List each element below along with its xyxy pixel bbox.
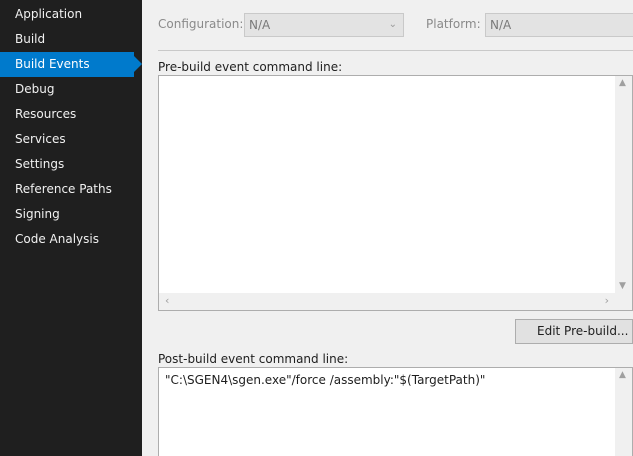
prebuild-horizontal-scrollbar[interactable]: ‹ › [159, 293, 632, 310]
prebuild-command-textbox[interactable]: ▲ ▼ ‹ › [158, 75, 633, 311]
sidebar-item-label: Build [15, 32, 46, 46]
configuration-value: N/A [249, 18, 271, 32]
sidebar-item-label: Signing [15, 207, 60, 221]
sidebar-item-settings[interactable]: Settings [0, 152, 142, 177]
sidebar-item-build-events[interactable]: Build Events [0, 52, 142, 77]
configuration-label: Configuration: [158, 17, 244, 31]
scroll-up-icon[interactable]: ▲ [619, 370, 626, 380]
sidebar-item-label: Settings [15, 157, 65, 171]
sidebar: Application Build Build Events Debug Res… [0, 0, 142, 456]
scroll-left-icon[interactable]: ‹ [165, 294, 169, 307]
postbuild-vertical-scrollbar[interactable]: ▲ [615, 368, 632, 456]
platform-label: Platform: [426, 17, 481, 31]
sidebar-item-label: Debug [15, 82, 55, 96]
sidebar-item-label: Services [15, 132, 66, 146]
build-events-panel: Configuration: N/A ⌄ Platform: N/A Pre-b… [142, 0, 633, 456]
sidebar-item-label: Application [15, 7, 83, 21]
sidebar-item-resources[interactable]: Resources [0, 102, 142, 127]
sidebar-item-application[interactable]: Application [0, 2, 142, 27]
divider [158, 50, 633, 51]
sidebar-item-reference-paths[interactable]: Reference Paths [0, 177, 142, 202]
prebuild-label: Pre-build event command line: [158, 60, 343, 74]
sidebar-item-build[interactable]: Build [0, 27, 142, 52]
platform-dropdown[interactable]: N/A [485, 13, 633, 37]
platform-value: N/A [490, 18, 512, 32]
sidebar-item-label: Resources [15, 107, 77, 121]
sidebar-item-debug[interactable]: Debug [0, 77, 142, 102]
prebuild-vertical-scrollbar[interactable]: ▲ ▼ [615, 76, 632, 293]
scroll-up-icon[interactable]: ▲ [619, 78, 626, 88]
sidebar-item-signing[interactable]: Signing [0, 202, 142, 227]
active-pointer-icon [134, 56, 142, 72]
postbuild-command-textbox[interactable]: "C:\SGEN4\sgen.exe"/force /assembly:"$(T… [158, 367, 633, 456]
edit-prebuild-label: Edit Pre-build... [537, 324, 629, 338]
sidebar-item-code-analysis[interactable]: Code Analysis [0, 227, 142, 252]
scroll-right-icon[interactable]: › [605, 294, 609, 307]
sidebar-item-label: Build Events [15, 57, 90, 71]
postbuild-label: Post-build event command line: [158, 352, 349, 366]
postbuild-command-text: "C:\SGEN4\sgen.exe"/force /assembly:"$(T… [165, 373, 486, 387]
sidebar-item-label: Code Analysis [15, 232, 99, 246]
sidebar-item-label: Reference Paths [15, 182, 112, 196]
scroll-down-icon[interactable]: ▼ [619, 281, 626, 291]
sidebar-item-services[interactable]: Services [0, 127, 142, 152]
chevron-down-icon: ⌄ [388, 19, 397, 30]
edit-prebuild-button[interactable]: Edit Pre-build... [515, 319, 633, 344]
configuration-dropdown[interactable]: N/A ⌄ [244, 13, 404, 37]
